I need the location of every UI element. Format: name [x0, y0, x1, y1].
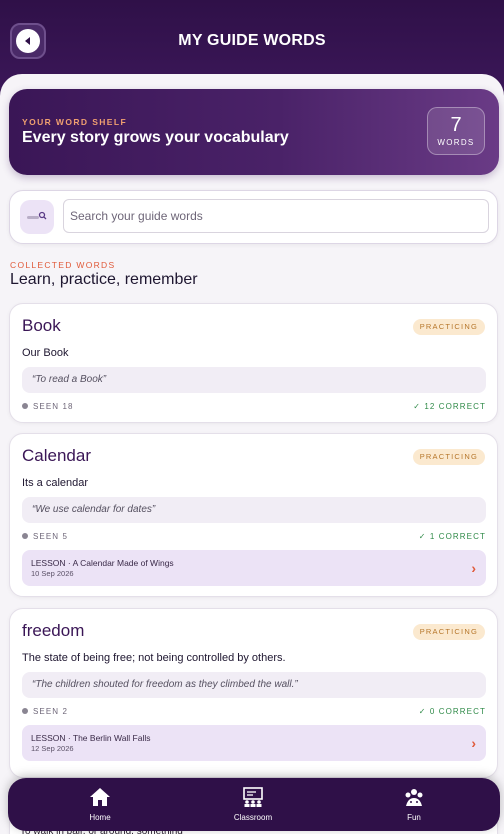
banner-title: Every story grows your vocabulary — [22, 129, 289, 146]
word-definition: The state of being free; not being contr… — [22, 652, 286, 664]
word-card-calendar[interactable]: Calendar PRACTICING Its a calendar “We u… — [9, 433, 498, 597]
word-definition: Its a calendar — [22, 477, 89, 489]
word-count: 7 — [450, 114, 462, 136]
lesson-link[interactable]: LESSON · The Berlin Wall Falls 12 Sep 20… — [22, 725, 486, 761]
example-sentence: “To read a Book” — [22, 367, 486, 393]
seen-dot-icon — [22, 403, 28, 409]
seen-dot-icon — [22, 708, 28, 714]
stats-row: SEEN 2 ✓ 0 CORRECT — [22, 707, 486, 719]
section-kicker: COLLECTED WORDS — [10, 260, 116, 270]
chevron-right-icon: › — [471, 735, 476, 751]
word-title: Book — [22, 316, 61, 335]
search-card — [9, 190, 498, 244]
lesson-date: 10 Sep 2026 — [31, 569, 74, 578]
word-title: freedom — [22, 621, 85, 640]
word-count-box: 7 WORDS — [427, 107, 485, 155]
example-sentence: “We use calendar for dates” — [22, 497, 486, 523]
lesson-title: LESSON · The Berlin Wall Falls — [31, 733, 151, 743]
search-icon — [20, 200, 54, 234]
bottom-nav: Home Classroom Fun — [8, 778, 500, 831]
nav-label-fun: Fun — [407, 813, 421, 822]
lesson-date: 12 Sep 2026 — [31, 744, 74, 753]
nav-fun[interactable]: Fun — [374, 787, 454, 822]
status-badge: PRACTICING — [412, 319, 485, 335]
word-card-freedom[interactable]: freedom PRACTICING The state of being fr… — [9, 608, 498, 778]
word-card-book[interactable]: Book PRACTICING Our Book “To read a Book… — [9, 303, 498, 423]
search-input[interactable] — [63, 199, 489, 233]
correct-count: ✓ 0 CORRECT — [418, 707, 486, 716]
example-sentence: “The children shouted for freedom as the… — [22, 672, 486, 698]
chevron-right-icon: › — [471, 560, 476, 576]
seen-count: SEEN 18 — [33, 402, 74, 411]
word-title: Calendar — [22, 446, 91, 465]
fun-icon — [405, 789, 423, 806]
stats-row: SEEN 18 ✓ 12 CORRECT — [22, 402, 486, 414]
word-shelf-banner: YOUR WORD SHELF Every story grows your v… — [9, 89, 499, 175]
status-badge: PRACTICING — [412, 449, 485, 465]
lesson-link[interactable]: LESSON · A Calendar Made of Wings 10 Sep… — [22, 550, 486, 586]
classroom-icon — [243, 787, 263, 807]
word-definition: Our Book — [22, 347, 69, 359]
seen-dot-icon — [22, 533, 28, 539]
nav-home[interactable]: Home — [60, 787, 140, 822]
correct-count: ✓ 12 CORRECT — [413, 402, 486, 411]
banner-kicker: YOUR WORD SHELF — [22, 117, 128, 127]
nav-label-classroom: Classroom — [233, 813, 273, 822]
seen-count: SEEN 5 — [33, 532, 69, 541]
page-title: MY GUIDE WORDS — [178, 32, 326, 49]
home-icon — [90, 788, 110, 806]
stats-row: SEEN 5 ✓ 1 CORRECT — [22, 532, 486, 544]
status-badge: PRACTICING — [412, 624, 485, 640]
seen-count: SEEN 2 — [33, 707, 69, 716]
lesson-title: LESSON · A Calendar Made of Wings — [31, 558, 174, 568]
word-count-label: WORDS — [437, 138, 475, 147]
section-title: Learn, practice, remember — [10, 271, 198, 288]
correct-count: ✓ 1 CORRECT — [418, 532, 486, 541]
content-sheet: YOUR WORD SHELF Every story grows your v… — [0, 74, 504, 834]
nav-label-home: Home — [89, 813, 111, 822]
nav-classroom[interactable]: Classroom — [213, 787, 293, 822]
